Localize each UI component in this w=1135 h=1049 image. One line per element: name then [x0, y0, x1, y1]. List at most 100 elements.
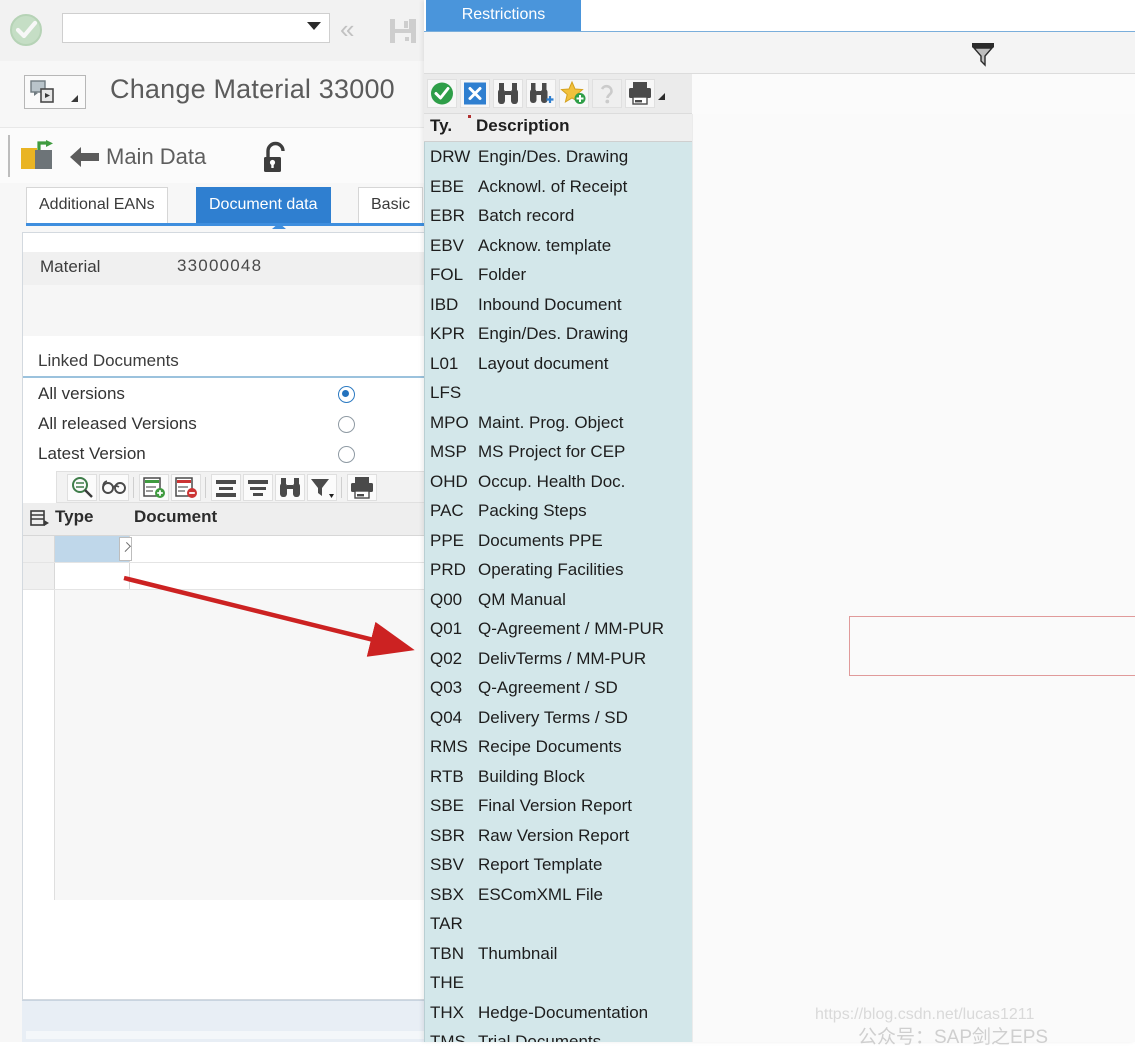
- chevron-down-icon[interactable]: [307, 22, 321, 30]
- list-item[interactable]: OHD Occup. Health Doc.: [425, 467, 692, 497]
- list-item[interactable]: LFS: [425, 378, 692, 408]
- detail-search-icon[interactable]: [67, 474, 97, 501]
- exit-green-arrow-icon[interactable]: [20, 140, 54, 172]
- list-item-description: Packing Steps: [478, 501, 587, 520]
- value-help-picker-icon[interactable]: [119, 537, 132, 561]
- list-column-header-description[interactable]: Description: [476, 116, 570, 136]
- radio-all-released-versions-mark[interactable]: [338, 416, 355, 433]
- table-row[interactable]: [23, 536, 429, 563]
- find-binoculars-icon[interactable]: [275, 474, 305, 501]
- list-item[interactable]: PRD Operating Facilities: [425, 555, 692, 585]
- find-binoculars-icon[interactable]: [493, 79, 523, 108]
- tab-basic[interactable]: Basic: [358, 187, 424, 223]
- list-item[interactable]: RMS Recipe Documents: [425, 732, 692, 762]
- list-item[interactable]: TMS Trial Documents: [425, 1027, 692, 1042]
- command-field[interactable]: [62, 13, 330, 43]
- list-item-code: DRW: [430, 147, 471, 166]
- list-item[interactable]: PAC Packing Steps: [425, 496, 692, 526]
- cancel-blue-x-icon[interactable]: [460, 79, 490, 108]
- list-item[interactable]: Q00 QM Manual: [425, 585, 692, 615]
- list-item-description: Maint. Prog. Object: [478, 412, 624, 432]
- print-icon[interactable]: [625, 79, 655, 108]
- sap-main-window: « Change Material 33000 Main Data Additi…: [0, 0, 1135, 1048]
- find-next-binoculars-icon[interactable]: [526, 79, 556, 108]
- list-item[interactable]: SBE Final Version Report: [425, 791, 692, 821]
- list-column-header-ty[interactable]: Ty.: [430, 116, 452, 136]
- screen-variant-icon[interactable]: [24, 75, 86, 109]
- insert-row-icon[interactable]: [139, 474, 169, 501]
- tab-document-data[interactable]: Document data: [196, 187, 331, 223]
- list-item[interactable]: THE: [425, 968, 692, 998]
- main-data-button-label[interactable]: Main Data: [106, 144, 206, 170]
- list-item[interactable]: FOL Folder: [425, 260, 692, 290]
- list-item[interactable]: SBX ESComXML File: [425, 880, 692, 910]
- filter-icon[interactable]: [307, 474, 337, 501]
- radio-latest-version[interactable]: Latest Version: [23, 441, 429, 471]
- select-all-icon[interactable]: [30, 509, 50, 529]
- page-title: Change Material 33000: [110, 74, 395, 104]
- grid-toolbar: [56, 471, 429, 503]
- list-item-code: PPE: [430, 530, 465, 550]
- tab-additional-eans[interactable]: Additional EANs: [26, 187, 168, 223]
- delete-row-icon[interactable]: [171, 474, 201, 501]
- list-item-code: SBV: [430, 855, 465, 874]
- sort-descending-icon[interactable]: [243, 474, 273, 501]
- sort-ascending-icon[interactable]: [211, 474, 241, 501]
- list-item[interactable]: IBD Inbound Document: [425, 290, 692, 320]
- list-item[interactable]: Q01 Q-Agreement / MM-PUR: [425, 614, 692, 644]
- material-label: Material: [40, 257, 101, 276]
- popup-right-pane: [692, 114, 1135, 1042]
- panel-footer: [22, 1000, 430, 1042]
- list-item[interactable]: PPE Documents PPE: [425, 526, 692, 556]
- linked-documents-header: Linked Documents: [23, 348, 429, 378]
- radio-latest-version-mark[interactable]: [338, 446, 355, 463]
- list-item-code: OHD: [430, 471, 468, 491]
- green-check-icon[interactable]: [8, 12, 44, 48]
- material-row: Material 33000048: [23, 252, 429, 285]
- list-item[interactable]: L01 Layout document: [425, 349, 692, 379]
- print-menu-triangle-icon[interactable]: [658, 93, 665, 100]
- print-icon[interactable]: [347, 474, 377, 501]
- back-arrow-icon[interactable]: [68, 144, 100, 170]
- list-item[interactable]: Q02 DelivTerms / MM-PUR: [425, 644, 692, 674]
- cell-type[interactable]: [55, 563, 130, 589]
- list-item-description: Delivery Terms / SD: [478, 707, 628, 727]
- document-type-list[interactable]: DRW Engin/Des. Drawing EBE Acknowl. of Rece…: [424, 142, 692, 1042]
- column-header-document[interactable]: Document: [134, 507, 217, 527]
- list-item[interactable]: SBR Raw Version Report: [425, 821, 692, 851]
- list-item[interactable]: Q03 Q-Agreement / SD: [425, 673, 692, 703]
- list-item[interactable]: MPO Maint. Prog. Object: [425, 408, 692, 438]
- list-item[interactable]: TBN Thumbnail: [425, 939, 692, 969]
- collapse-toolbar-button[interactable]: «: [340, 16, 354, 42]
- list-item[interactable]: EBR Batch record: [425, 201, 692, 231]
- add-favorite-star-icon[interactable]: [559, 79, 589, 108]
- list-item-code: Q04: [430, 707, 463, 727]
- list-item[interactable]: DRW Engin/Des. Drawing: [425, 142, 692, 172]
- list-item[interactable]: Q04 Delivery Terms / SD: [425, 703, 692, 733]
- list-item[interactable]: MSP MS Project for CEP: [425, 437, 692, 467]
- list-item[interactable]: EBV Acknow. template: [425, 231, 692, 261]
- list-item[interactable]: RTB Building Block: [425, 762, 692, 792]
- command-input[interactable]: [69, 19, 299, 39]
- tab-restrictions[interactable]: Restrictions: [426, 0, 581, 31]
- help-icon[interactable]: [592, 79, 622, 108]
- radio-all-released-versions[interactable]: All released Versions: [23, 411, 429, 441]
- save-disk-icon[interactable]: [388, 16, 418, 46]
- list-item[interactable]: EBE Acknowl. of Receipt: [425, 172, 692, 202]
- table-row[interactable]: [23, 563, 429, 590]
- filter-funnel-icon[interactable]: [968, 38, 998, 68]
- row-selector[interactable]: [23, 563, 55, 589]
- list-item[interactable]: KPR Engin/Des. Drawing: [425, 319, 692, 349]
- confirm-green-check-icon[interactable]: [427, 79, 457, 108]
- display-glasses-icon[interactable]: [99, 474, 129, 501]
- row-selector[interactable]: [23, 536, 55, 562]
- radio-all-versions[interactable]: All versions: [23, 381, 429, 411]
- column-header-type[interactable]: Type: [55, 507, 93, 527]
- open-lock-icon[interactable]: [258, 141, 292, 177]
- list-item[interactable]: TAR: [425, 909, 692, 939]
- menu-triangle-icon[interactable]: [71, 95, 78, 102]
- list-item[interactable]: THX Hedge-Documentation: [425, 998, 692, 1028]
- radio-all-versions-mark[interactable]: [338, 386, 355, 403]
- list-item[interactable]: SBV Report Template: [425, 850, 692, 880]
- list-item-code: RTB: [430, 766, 464, 786]
